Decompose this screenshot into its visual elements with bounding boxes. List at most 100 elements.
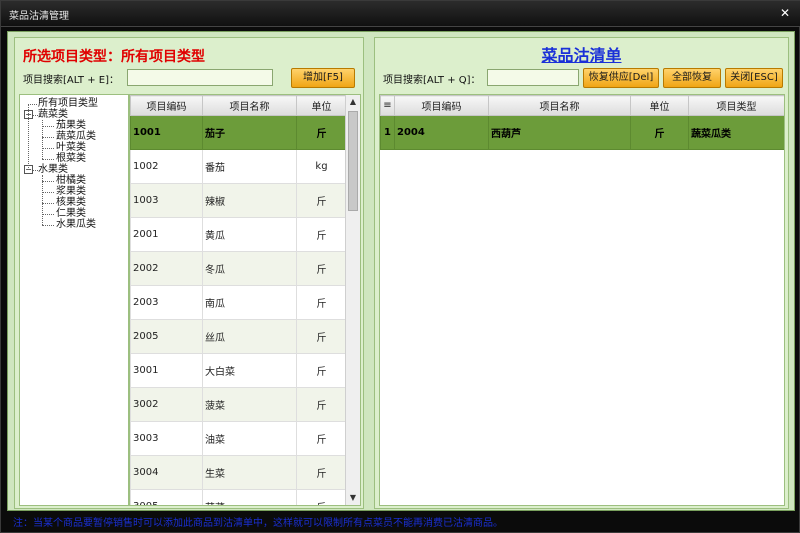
sold-out-table[interactable]: ≡ 项目编码 项目名称 单位 项目类型 1 2004 西葫芦斤蔬菜瓜类	[379, 94, 785, 506]
cell-name: 丝瓜	[202, 319, 297, 354]
tree-node-child[interactable]: 浆果类	[56, 186, 86, 197]
tree-node-child[interactable]: 水果瓜类	[56, 219, 96, 230]
cell-unit: 斤	[296, 489, 347, 505]
client-area: 所选项目类型：所有项目类型 项目搜索[ALT + E]： 增加[F5] 所有项目…	[7, 31, 795, 511]
app-window: 菜品沽清管理 ✕ 所选项目类型：所有项目类型 项目搜索[ALT + E]： 增加…	[0, 0, 800, 533]
table-header-row: 项目编码 项目名称 单位	[130, 95, 347, 116]
cell-name: 西葫芦	[488, 115, 631, 150]
table-row[interactable]: 3002 菠菜斤	[130, 387, 347, 422]
cell-name: 辣椒	[202, 183, 297, 218]
table-row[interactable]: 1001 茄子斤	[130, 115, 347, 150]
tree-node-child[interactable]: 柑橘类	[56, 175, 86, 186]
table-row[interactable]: 2003 南瓜斤	[130, 285, 347, 320]
tree-node-child[interactable]: 仁果类	[56, 208, 86, 219]
close-icon[interactable]: ✕	[777, 5, 793, 21]
right-search-input[interactable]	[487, 69, 579, 86]
cell-unit: 斤	[296, 319, 347, 354]
cell-unit: 斤	[296, 217, 347, 252]
scroll-down-icon[interactable]: ▼	[346, 491, 360, 505]
tree-connector	[28, 104, 29, 170]
tree-node-group[interactable]: 蔬菜类	[38, 109, 68, 120]
scrollbar-thumb[interactable]	[348, 111, 358, 211]
tree-node-child[interactable]: 核果类	[56, 197, 86, 208]
tree-connector	[42, 120, 43, 159]
left-search-input[interactable]	[127, 69, 273, 86]
cell-index: 1	[380, 115, 395, 150]
table-row[interactable]: 1 2004 西葫芦斤蔬菜瓜类	[380, 115, 784, 150]
tree-node-group[interactable]: 水果类	[38, 164, 68, 175]
tree-connector	[42, 192, 54, 193]
cell-name: 南瓜	[202, 285, 297, 320]
cell-name: 番茄	[202, 149, 297, 184]
table-row[interactable]: 2002 冬瓜斤	[130, 251, 347, 286]
tree-node-child[interactable]: 蔬菜瓜类	[56, 131, 96, 142]
cell-code: 2004	[394, 115, 489, 150]
item-table[interactable]: 项目编码 项目名称 单位 1001 茄子斤 1002 番茄 kg 1003 辣椒斤 2001 黄…	[129, 94, 361, 506]
cell-name: 芹菜	[202, 489, 297, 505]
tree-connector	[42, 159, 54, 160]
tree-connector	[42, 148, 54, 149]
cell-unit: 斤	[296, 421, 347, 456]
table-row[interactable]: 2001 黄瓜斤	[130, 217, 347, 252]
cell-unit: 斤	[296, 251, 347, 286]
item-table-scrollbar[interactable]: ▲ ▼	[345, 95, 360, 505]
cell-code: 2003	[130, 285, 203, 320]
footnote: 注：当某个商品要暂停销售时可以添加此商品到沽清单中，这样就可以限制所有点菜员不能…	[13, 518, 503, 529]
sold-out-list-panel: 菜品沽清单 项目搜索[ALT + Q]： 恢复供应[Del] 全部恢复 关闭[E…	[374, 37, 789, 509]
cell-name: 茄子	[202, 115, 297, 150]
table-row[interactable]: 1003 辣椒斤	[130, 183, 347, 218]
cell-code: 2001	[130, 217, 203, 252]
item-selection-panel: 所选项目类型：所有项目类型 项目搜索[ALT + E]： 增加[F5] 所有项目…	[14, 37, 364, 509]
cell-code: 3003	[130, 421, 203, 456]
cell-name: 菠菜	[202, 387, 297, 422]
cell-code: 3002	[130, 387, 203, 422]
right-search-label: 项目搜索[ALT + Q]：	[383, 75, 481, 86]
scroll-up-icon[interactable]: ▲	[346, 95, 360, 109]
title-bar[interactable]: 菜品沽清管理 ✕	[1, 1, 800, 27]
col-header-type[interactable]: 项目类型	[688, 95, 784, 116]
cell-name: 大白菜	[202, 353, 297, 388]
table-row[interactable]: 3005芹菜斤	[130, 489, 347, 505]
table-row[interactable]: 3004 生菜斤	[130, 455, 347, 490]
selected-category-heading: 所选项目类型：所有项目类型	[23, 49, 205, 65]
col-header-code[interactable]: 项目编码	[130, 95, 203, 116]
col-header-name[interactable]: 项目名称	[488, 95, 631, 116]
tree-connector	[42, 137, 54, 138]
restore-all-button[interactable]: 全部恢复	[663, 68, 721, 88]
col-header-name[interactable]: 项目名称	[202, 95, 297, 116]
table-row[interactable]: 3003 油菜斤	[130, 421, 347, 456]
tree-connector	[42, 181, 54, 182]
cell-name: 黄瓜	[202, 217, 297, 252]
cell-unit: 斤	[296, 455, 347, 490]
cell-name: 油菜	[202, 421, 297, 456]
window-title: 菜品沽清管理	[9, 11, 69, 22]
add-button[interactable]: 增加[F5]	[291, 68, 355, 88]
col-header-unit[interactable]: 单位	[296, 95, 347, 116]
restore-supply-button[interactable]: 恢复供应[Del]	[583, 68, 659, 88]
close-button[interactable]: 关闭[ESC]	[725, 68, 783, 88]
cell-code: 1002	[130, 149, 203, 184]
tree-connector	[42, 203, 54, 204]
table-row[interactable]: 2005 丝瓜斤	[130, 319, 347, 354]
table-row[interactable]: 3001 大白菜斤	[130, 353, 347, 388]
cell-code: 3001	[130, 353, 203, 388]
cell-code: 3004	[130, 455, 203, 490]
tree-connector	[42, 225, 54, 226]
table-row[interactable]: 1002 番茄 kg	[130, 149, 347, 184]
cell-unit: 斤	[296, 183, 347, 218]
col-header-unit[interactable]: 单位	[630, 95, 689, 116]
tree-node-child[interactable]: 茄果类	[56, 120, 86, 131]
cell-unit: 斤	[296, 115, 347, 150]
cell-unit: kg	[296, 149, 347, 184]
tree-node-child[interactable]: 根菜类	[56, 153, 86, 164]
category-tree[interactable]: 所有项目类型 − 蔬菜类 茄果类 蔬菜瓜类 叶菜类 根菜类 − 水果类 柑橘类 浆果类 核果类 仁果类水…	[19, 94, 129, 506]
cell-unit: 斤	[296, 387, 347, 422]
cell-code: 1001	[130, 115, 203, 150]
cell-unit: 斤	[296, 285, 347, 320]
tree-node-root[interactable]: 所有项目类型	[38, 98, 98, 109]
col-header-code[interactable]: 项目编码	[394, 95, 489, 116]
cell-unit: 斤	[630, 115, 689, 150]
tree-node-child[interactable]: 叶菜类	[56, 142, 86, 153]
table-header-row: ≡ 项目编码 项目名称 单位 项目类型	[380, 95, 784, 116]
cell-name: 冬瓜	[202, 251, 297, 286]
